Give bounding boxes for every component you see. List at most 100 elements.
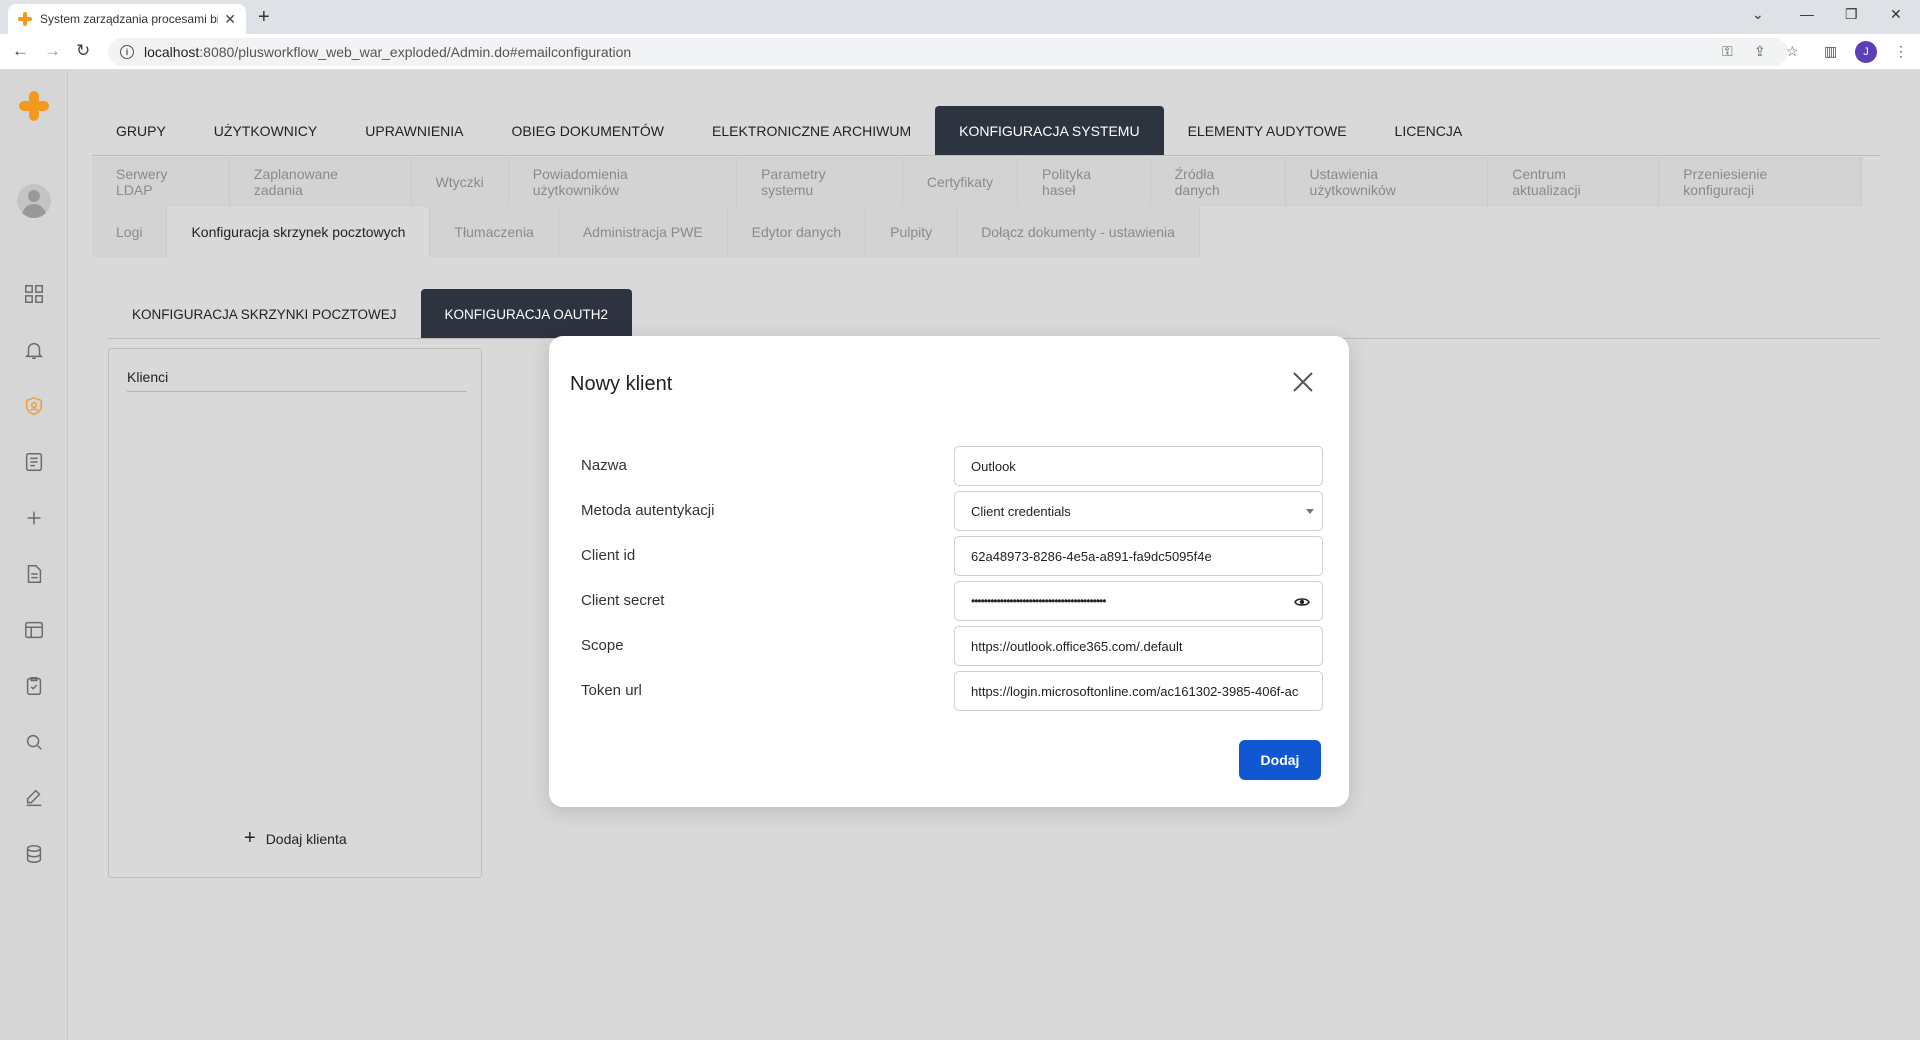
- url-field[interactable]: i localhost:8080/plusworkflow_web_war_ex…: [108, 38, 1788, 66]
- client-secret-value: ••••••••••••••••••••••••••••••••••••••••…: [971, 594, 1106, 608]
- sub-nav-ustawienia-uzytkownikow[interactable]: Ustawienia użytkowników: [1285, 157, 1489, 207]
- main-nav-elektroniczne-archiwum[interactable]: ELEKTRONICZNE ARCHIWUM: [688, 106, 935, 156]
- forward-icon[interactable]: →: [44, 41, 61, 61]
- edit-icon[interactable]: [22, 786, 46, 810]
- sub-nav-centrum-aktualizacji[interactable]: Centrum aktualizacji: [1488, 157, 1660, 207]
- clients-panel: Klienci + Dodaj klienta: [108, 348, 482, 878]
- close-icon[interactable]: [1290, 369, 1316, 395]
- tab-konfiguracja-skrzynki[interactable]: KONFIGURACJA SKRZYNKI POCZTOWEJ: [108, 289, 421, 339]
- nazwa-label: Nazwa: [581, 457, 627, 474]
- field-row-metoda: Metoda autentykacji Client credentials: [581, 491, 1323, 531]
- metoda-selected-value: Client credentials: [971, 503, 1071, 519]
- sub-nav-konfiguracja-skrzynek[interactable]: Konfiguracja skrzynek pocztowych: [167, 207, 431, 257]
- token-url-input[interactable]: https://login.microsoftonline.com/ac1613…: [954, 671, 1323, 711]
- back-icon[interactable]: ←: [12, 41, 29, 61]
- tab-title: System zarządzania procesami bi: [40, 12, 219, 26]
- eye-icon[interactable]: [1294, 595, 1310, 609]
- sub-nav-wtyczki[interactable]: Wtyczki: [411, 157, 509, 207]
- sub-nav-dolacz-dokumenty[interactable]: Dołącz dokumenty - ustawienia: [957, 207, 1200, 257]
- site-info-icon[interactable]: i: [120, 45, 134, 59]
- sub-nav-edytor-danych[interactable]: Edytor danych: [727, 207, 867, 257]
- sub-nav-powiadomienia[interactable]: Powiadomienia użytkowników: [508, 157, 738, 207]
- new-tab-icon[interactable]: +: [258, 6, 270, 29]
- window-close-icon[interactable]: ✕: [1890, 6, 1902, 23]
- main-nav-licencja[interactable]: LICENCJA: [1371, 106, 1487, 156]
- add-client-label: Dodaj klienta: [265, 830, 347, 847]
- tab-search-icon[interactable]: ⌄: [1752, 6, 1764, 23]
- metoda-label: Metoda autentykacji: [581, 502, 715, 519]
- clipboard-check-icon[interactable]: [22, 674, 46, 698]
- client-secret-input[interactable]: ••••••••••••••••••••••••••••••••••••••••…: [954, 581, 1323, 621]
- dodaj-button[interactable]: Dodaj: [1239, 740, 1321, 780]
- chevron-down-icon: [1306, 509, 1314, 514]
- password-key-icon[interactable]: ⚿: [1722, 43, 1733, 60]
- plus-icon: +: [244, 827, 256, 849]
- bell-icon[interactable]: [22, 338, 46, 362]
- main-nav-konfiguracja-systemu[interactable]: KONFIGURACJA SYSTEMU: [935, 106, 1164, 156]
- metoda-select[interactable]: Client credentials: [954, 491, 1323, 531]
- main-nav-uzytkownicy[interactable]: UŻYTKOWNICY: [190, 106, 341, 156]
- tab-close-icon[interactable]: ✕: [224, 11, 236, 28]
- clients-title: Klienci: [127, 369, 169, 385]
- sub-nav-administracja-pwe[interactable]: Administracja PWE: [558, 207, 728, 257]
- profile-avatar[interactable]: J: [1855, 41, 1877, 63]
- sub-nav-serwery-ldap[interactable]: Serwery LDAP: [92, 157, 230, 207]
- sub-nav-przeniesienie-konfiguracji[interactable]: Przeniesienie konfiguracji: [1659, 157, 1862, 207]
- sub-nav-certyfikaty[interactable]: Certyfikaty: [902, 157, 1018, 207]
- main-nav-obieg-dokumentow[interactable]: OBIEG DOKUMENTÓW: [488, 106, 688, 156]
- layout-icon[interactable]: [22, 618, 46, 642]
- dashboard-grid-icon[interactable]: [22, 282, 46, 306]
- inner-tabs: KONFIGURACJA SKRZYNKI POCZTOWEJ KONFIGUR…: [108, 289, 633, 339]
- token-url-label: Token url: [581, 682, 642, 699]
- clients-divider: [127, 391, 467, 392]
- main-nav-grupy[interactable]: GRUPY: [92, 106, 190, 156]
- main-nav: GRUPY UŻYTKOWNICY UPRAWNIENIA OBIEG DOKU…: [92, 106, 1486, 156]
- sub-nav-pulpity[interactable]: Pulpity: [866, 207, 958, 257]
- scope-label: Scope: [581, 637, 624, 654]
- bookmark-star-icon[interactable]: ☆: [1786, 43, 1799, 60]
- minimize-icon[interactable]: —: [1800, 6, 1814, 22]
- main-nav-elementy-audytowe[interactable]: ELEMENTY AUDYTOWE: [1164, 106, 1371, 156]
- main-nav-uprawnienia[interactable]: UPRAWNIENIA: [341, 106, 487, 156]
- restore-icon[interactable]: ❐: [1845, 6, 1858, 23]
- url-rest: :8080/plusworkflow_web_war_exploded/Admi…: [199, 44, 632, 60]
- app-logo[interactable]: [16, 88, 52, 124]
- nazwa-input[interactable]: Outlook: [954, 446, 1323, 486]
- tab-konfiguracja-oauth2[interactable]: KONFIGURACJA OAUTH2: [420, 289, 633, 339]
- client-id-label: Client id: [581, 547, 636, 564]
- sub-nav-tlumaczenia[interactable]: Tłumaczenia: [430, 207, 559, 257]
- favicon-icon: [18, 12, 32, 26]
- client-id-input[interactable]: 62a48973-8286-4e5a-a891-fa9dc5095f4e: [954, 536, 1323, 576]
- sub-nav-zrodla-danych[interactable]: Źródła danych: [1150, 157, 1286, 207]
- search-icon[interactable]: [22, 730, 46, 754]
- share-icon[interactable]: ⇪: [1754, 43, 1766, 60]
- sub-nav-parametry-systemu[interactable]: Parametry systemu: [737, 157, 903, 207]
- browser-menu-icon[interactable]: ⋮: [1894, 43, 1908, 60]
- new-client-dialog: Nowy klient Nazwa Outlook Metoda autenty…: [549, 336, 1349, 807]
- plus-icon[interactable]: [22, 506, 46, 530]
- checklist-document-icon[interactable]: [22, 450, 46, 474]
- app-sidebar: [0, 70, 68, 1040]
- scope-input[interactable]: https://outlook.office365.com/.default: [954, 626, 1323, 666]
- client-secret-label: Client secret: [581, 592, 665, 609]
- sub-nav-row-1: Serwery LDAP Zaplanowane zadania Wtyczki…: [92, 157, 1862, 207]
- field-row-client-id: Client id 62a48973-8286-4e5a-a891-fa9dc5…: [581, 536, 1323, 576]
- sub-nav-logi[interactable]: Logi: [92, 207, 168, 257]
- main-nav-divider: [92, 155, 1880, 156]
- url-host: localhost: [144, 44, 200, 60]
- reload-icon[interactable]: ↻: [76, 41, 90, 61]
- add-client-button[interactable]: + Dodaj klienta: [244, 827, 347, 850]
- sub-nav-polityka-hasel[interactable]: Polityka haseł: [1017, 157, 1151, 207]
- document-icon[interactable]: [22, 562, 46, 586]
- browser-tab-bar: System zarządzania procesami bi ✕ + ⌄ — …: [0, 0, 1920, 34]
- side-panel-icon[interactable]: ▥: [1824, 43, 1837, 60]
- field-row-scope: Scope https://outlook.office365.com/.def…: [581, 626, 1323, 666]
- sub-nav-row-2: Logi Konfiguracja skrzynek pocztowych Tł…: [92, 207, 1862, 257]
- browser-tab[interactable]: System zarządzania procesami bi ✕: [8, 4, 246, 34]
- user-avatar[interactable]: [17, 184, 51, 218]
- sub-nav-zaplanowane-zadania[interactable]: Zaplanowane zadania: [229, 157, 412, 207]
- database-icon[interactable]: [22, 842, 46, 866]
- shield-user-icon[interactable]: [22, 394, 46, 418]
- address-bar: ← → ↻ i localhost:8080/plusworkflow_web_…: [0, 34, 1920, 70]
- field-row-client-secret: Client secret ••••••••••••••••••••••••••…: [581, 581, 1323, 621]
